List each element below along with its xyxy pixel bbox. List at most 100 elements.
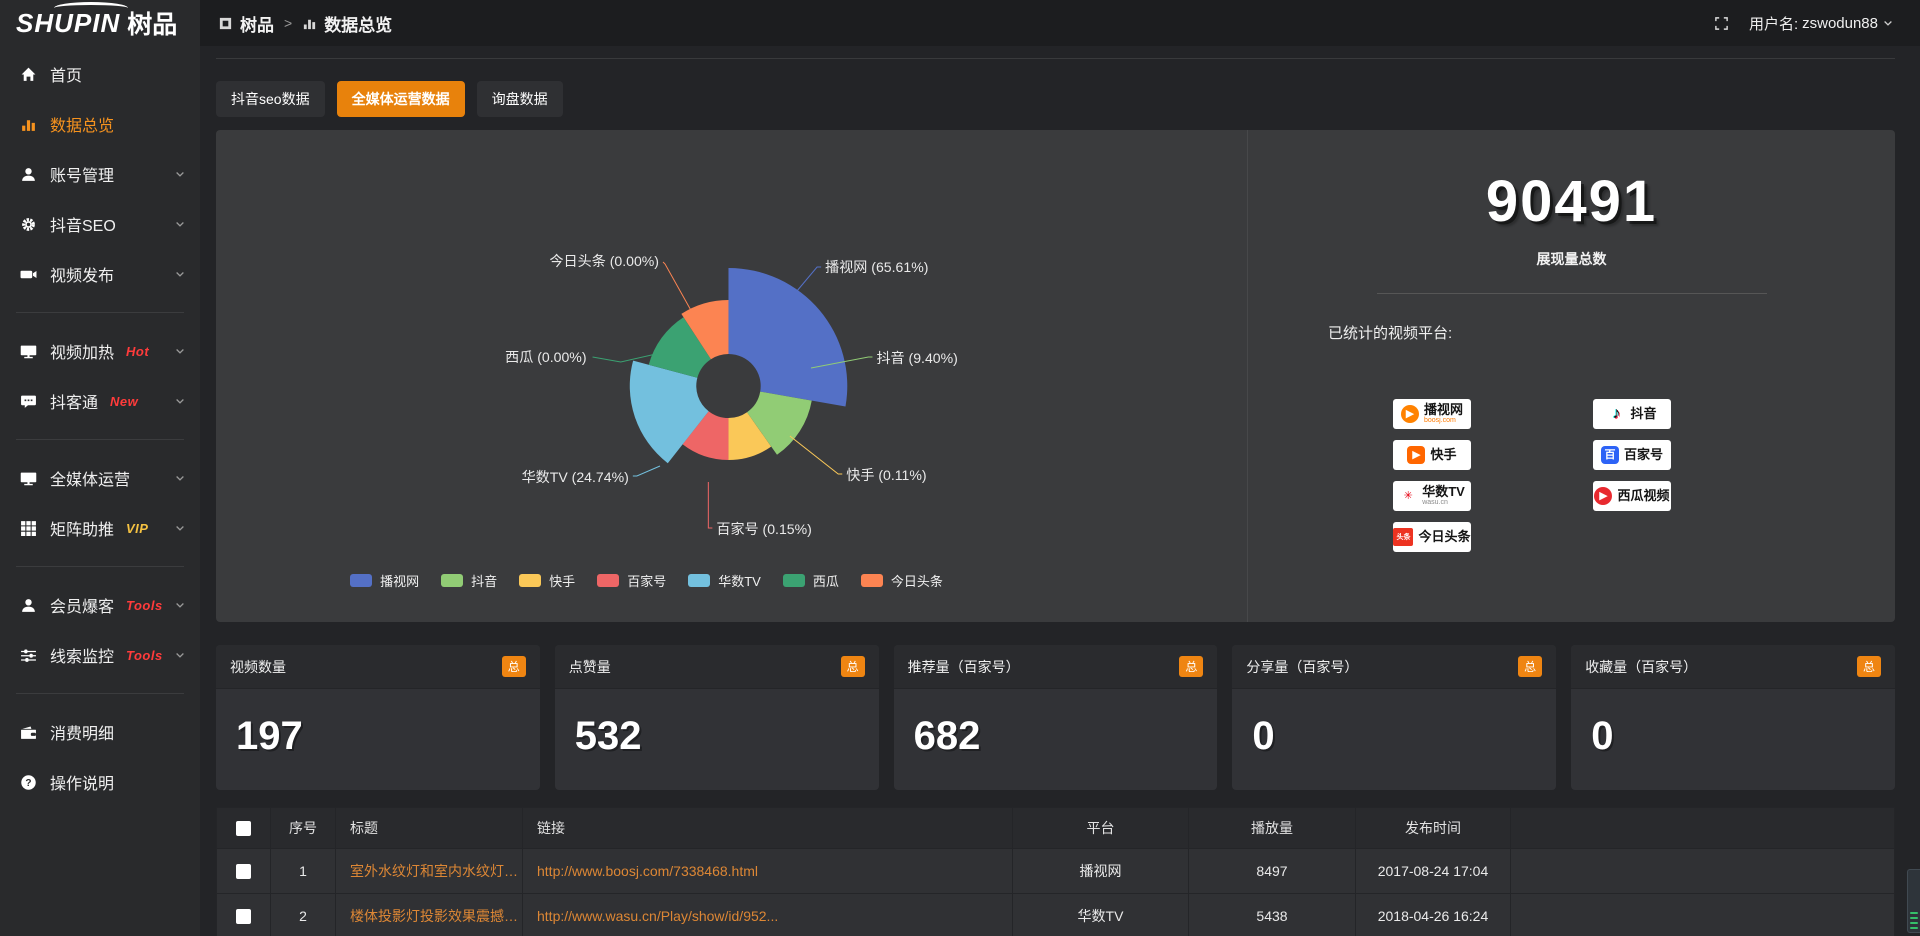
bar-chart-icon [20,116,37,133]
main-content: 抖音seo数据全媒体运营数据询盘数据 播视网 (65.61%)抖音 (9.40%… [200,46,1920,936]
sidebar-item-label: 全媒体运营 [50,466,130,490]
legend-swatch [688,574,710,587]
user-icon [20,166,37,183]
sidebar-item[interactable]: 账号管理 [0,149,200,199]
cell-title[interactable]: 楼体投影灯投影效果震撼上市 [336,894,523,936]
stat-card: 点赞量 总 532 [555,645,879,790]
platform-name: 抖音 [1630,407,1656,421]
content-divider [216,58,1895,59]
platform-badge: 头条 今日头条 [1393,522,1471,552]
sidebar-item[interactable] [16,693,184,694]
sidebar-item[interactable]: 视频加热 Hot [0,326,200,376]
sidebar-item[interactable]: 全媒体运营 [0,453,200,503]
sidebar-item[interactable] [16,439,184,440]
column-platform: 平台 [1013,808,1189,849]
platforms-title: 已统计的视频平台: [1328,322,1895,343]
legend-item[interactable]: 播视网 [350,571,419,590]
platform-name: 快手 [1430,448,1456,462]
pie-label-line-西瓜 [593,354,656,362]
table-header-row: 序号 标题 链接 平台 播放量 发布时间 [217,808,1895,849]
table-row: 2 楼体投影灯投影效果震撼上市 http://www.wasu.cn/Play/… [217,894,1895,936]
select-all-checkbox[interactable] [236,821,251,836]
sidebar-item[interactable]: 矩阵助推 VIP [0,503,200,553]
legend-swatch [597,574,619,587]
total-toggle-badge[interactable]: 总 [1857,656,1881,677]
legend-swatch [350,574,372,587]
pie-label-line-今日头条 [663,262,695,318]
stat-card-value: 197 [216,689,540,784]
tab[interactable]: 询盘数据 [477,81,563,117]
sidebar-item[interactable] [16,312,184,313]
pie-label-华数TV: 华数TV (24.74%) [522,469,629,485]
tab[interactable]: 抖音seo数据 [216,81,325,117]
breadcrumb: 树品 > 数据总览 [200,11,392,36]
stat-cards: 视频数量 总 197 点赞量 总 532 推荐量（百家号） 总 682 [216,645,1895,790]
platform-subtext: wasu.cn [1422,499,1465,507]
fullscreen-icon[interactable] [1714,16,1729,31]
sidebar-item[interactable]: 视频发布 [0,249,200,299]
breadcrumb-root[interactable]: 树品 [240,11,274,36]
select-all-cell [217,808,271,849]
breadcrumb-current[interactable]: 数据总览 [324,11,392,36]
platform-badge: 百 百家号 [1593,440,1671,470]
total-toggle-badge[interactable]: 总 [841,656,865,677]
cell-plays: 5438 [1189,894,1356,936]
kuaishou-logo: ▶ [1407,446,1425,464]
pie-label-西瓜: 西瓜 (0.00%) [505,349,586,365]
legend-item[interactable]: 百家号 [597,571,666,590]
sidebar-item[interactable]: 操作说明 [0,757,200,807]
stat-card-label: 视频数量 [230,657,286,677]
sidebar-item[interactable]: 首页 [0,49,200,99]
column-empty [1511,808,1895,849]
legend-item[interactable]: 快手 [519,571,575,590]
sidebar-item[interactable]: 抖音SEO [0,199,200,249]
sidebar-item[interactable]: 抖客通 New [0,376,200,426]
pie-slice-播视网[interactable] [728,268,847,407]
pie-label-抖音: 抖音 (9.40%) [876,350,957,366]
sidebar-item-label: 矩阵助推 [50,516,114,540]
chevron-down-icon [1882,17,1894,29]
cell-title[interactable]: 室外水纹灯和室内水纹灯的区别和简介 [336,849,523,894]
cell-link[interactable]: http://www.boosj.com/7338468.html [523,849,1013,894]
member-icon [20,597,37,614]
stat-card: 推荐量（百家号） 总 682 [894,645,1218,790]
row-checkbox[interactable] [236,864,251,879]
legend-item[interactable]: 华数TV [688,571,761,590]
sidebar-item[interactable]: 消费明细 [0,707,200,757]
total-toggle-badge[interactable]: 总 [502,656,526,677]
legend-item[interactable]: 西瓜 [783,571,839,590]
total-toggle-badge[interactable]: 总 [1518,656,1542,677]
sidebar-item[interactable]: 线索监控 Tools [0,630,200,680]
table-row: 1 室外水纹灯和室内水纹灯的区别和简介 http://www.boosj.com… [217,849,1895,894]
pie-label-line-华数TV [633,466,660,476]
legend-swatch [519,574,541,587]
cell-link[interactable]: http://www.wasu.cn/Play/show/id/952... [523,894,1013,936]
stat-card-value: 682 [894,689,1218,784]
stat-card: 收藏量（百家号） 总 0 [1571,645,1895,790]
summary-panel: 90491 展现量总数 已统计的视频平台: ▶ 播视网 boosj.com ▶ [1247,130,1895,622]
sidebar-item[interactable]: 会员爆客 Tools [0,580,200,630]
sidebar-item[interactable]: 数据总览 [0,99,200,149]
row-checkbox[interactable] [236,909,251,924]
platform-subtext: boosj.com [1424,417,1463,425]
logo-text-cn: 树品 [127,5,177,41]
chevron-down-icon [174,268,186,280]
user-menu[interactable]: 用户名: zswodun88 [1749,13,1894,34]
chevron-down-icon [174,522,186,534]
stat-card-label: 推荐量（百家号） [908,657,1020,677]
legend-swatch [783,574,805,587]
tab[interactable]: 全媒体运营数据 [337,81,465,117]
boosj-logo: ▶ [1401,405,1419,423]
total-toggle-badge[interactable]: 总 [1179,656,1203,677]
platform-badge: ♪ 抖音 [1593,399,1671,429]
total-impressions-value: 90491 [1248,168,1895,235]
column-plays: 播放量 [1189,808,1356,849]
legend-item[interactable]: 抖音 [441,571,497,590]
sidebar-item[interactable] [16,566,184,567]
sidebar-item-badge: Tools [126,648,163,663]
stat-card-label: 收藏量（百家号） [1585,657,1697,677]
sidebar-item-label: 数据总览 [50,112,114,136]
legend-item[interactable]: 今日头条 [861,571,943,590]
pie-label-今日头条: 今日头条 (0.00%) [549,253,659,269]
floating-service-widget[interactable] [1907,869,1920,933]
